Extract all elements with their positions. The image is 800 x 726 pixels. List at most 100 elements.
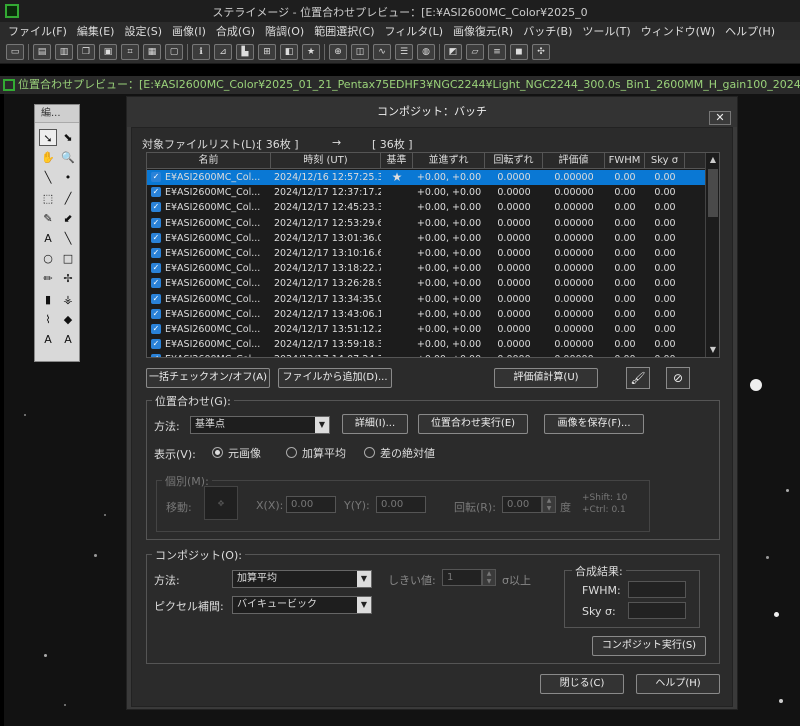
row-checkbox[interactable]: ✓ [151, 187, 161, 198]
text-shadow-icon[interactable]: A [59, 331, 77, 348]
select-region-icon[interactable]: ⬊ [59, 129, 77, 146]
menu-item-10[interactable]: ツール(T) [582, 23, 630, 39]
toggle-all-check-button[interactable]: 一括チェックオン/オフ(A) [146, 368, 270, 388]
table-scrollbar[interactable]: ▲ ▼ [705, 153, 719, 357]
table-row[interactable]: ✓ E¥ASI2600MC_Col... 2024/12/17 13:10:16.6… [147, 246, 705, 261]
fill-icon[interactable]: ▮ [39, 291, 57, 308]
stack-icon[interactable]: ≡ [488, 43, 506, 60]
column-header-4[interactable]: 回転ずれ [485, 153, 543, 168]
menu-item-5[interactable]: 階調(O) [265, 23, 304, 39]
table-row[interactable]: ✓ E¥ASI2600MC_Col... 2024/12/17 12:53:29.6… [147, 216, 705, 231]
menu-item-12[interactable]: ヘルプ(H) [725, 23, 775, 39]
star-icon[interactable]: ★ [302, 43, 320, 60]
interp-select[interactable]: バイキュービック ▼ [232, 596, 372, 614]
crop-icon[interactable]: ⬚ [39, 190, 57, 207]
menu-item-3[interactable]: 画像(I) [172, 23, 206, 39]
align-method-select[interactable]: 基準点 ▼ [190, 416, 330, 434]
add-from-file-button[interactable]: ファイルから追加(D)... [278, 368, 392, 388]
menu-item-9[interactable]: バッチ(B) [523, 23, 572, 39]
image-icon[interactable]: ▦ [143, 43, 161, 60]
calc-score-button[interactable]: 評価値計算(U) [494, 368, 598, 388]
diamond-icon[interactable]: ◆ [59, 311, 77, 328]
column-header-6[interactable]: FWHM [605, 153, 645, 168]
eyedropper-icon[interactable]: • [59, 169, 77, 186]
align-icon[interactable]: ⊕ [329, 43, 347, 60]
text-icon[interactable]: A [39, 230, 57, 247]
print-icon[interactable]: ▥ [55, 43, 73, 60]
compass-icon[interactable]: ⊘ [666, 367, 690, 389]
ellipse-icon[interactable]: ○ [39, 250, 57, 267]
hand-icon[interactable]: ✋ [39, 149, 57, 166]
row-checkbox[interactable]: ✓ [151, 354, 161, 357]
crop-icon[interactable]: ⌗ [121, 43, 139, 60]
row-checkbox[interactable]: ✓ [151, 202, 161, 213]
menu-item-6[interactable]: 範囲選択(C) [314, 23, 374, 39]
table-row[interactable]: ✓ E¥ASI2600MC_Col... 2024/12/17 12:37:17.2… [147, 185, 705, 200]
table-row[interactable]: ✓ E¥ASI2600MC_Col... 2024/12/17 13:34:35.0… [147, 292, 705, 307]
save-icon[interactable]: ▤ [33, 43, 51, 60]
pencil-icon[interactable]: ✏ [39, 270, 57, 287]
menu-item-2[interactable]: 設定(S) [124, 23, 162, 39]
table-row[interactable]: ✓ E¥ASI2600MC_Col... 2024/12/17 12:45:23.3… [147, 200, 705, 215]
row-checkbox[interactable]: ✓ [151, 278, 161, 289]
display-radio-1[interactable] [286, 447, 297, 458]
curve-icon[interactable]: ∿ [373, 43, 391, 60]
help-button[interactable]: ヘルプ(H) [636, 674, 720, 694]
rotation-field[interactable]: 0.00 [502, 496, 542, 513]
display-option-label[interactable]: 元画像 [228, 445, 261, 461]
row-checkbox[interactable]: ✓ [151, 339, 161, 350]
row-checkbox[interactable]: ✓ [151, 293, 161, 304]
row-checkbox[interactable]: ✓ [151, 324, 161, 334]
column-header-7[interactable]: Sky σ [645, 153, 685, 168]
menu-item-8[interactable]: 画像復元(R) [453, 23, 513, 39]
info-icon[interactable]: ℹ [192, 43, 210, 60]
table-row[interactable]: ✓ E¥ASI2600MC_Col... 2024/12/17 14:07:24.3… [147, 352, 705, 357]
split-icon[interactable]: ◩ [444, 43, 462, 60]
detail-button[interactable]: 詳細(I)... [342, 414, 408, 434]
table-row[interactable]: ✓ E¥ASI2600MC_Col... 2024/12/17 13:59:18.3… [147, 337, 705, 352]
open-icon[interactable]: ▭ [6, 43, 24, 60]
close-icon[interactable]: ✕ [709, 111, 731, 125]
register-icon[interactable]: ✣ [532, 43, 550, 60]
magic-wand-icon[interactable]: ╱ [59, 190, 77, 207]
frame-icon[interactable]: ▢ [165, 43, 183, 60]
y-field[interactable]: 0.00 [376, 496, 426, 513]
copy-icon[interactable]: ❐ [77, 43, 95, 60]
select-arrow-icon[interactable]: ➘ [39, 129, 57, 146]
table-row[interactable]: ✓ E¥ASI2600MC_Col... 2024/12/17 13:01:36.0… [147, 231, 705, 246]
display-radio-2[interactable] [364, 447, 375, 458]
table-row[interactable]: ✓ E¥ASI2600MC_Col... 2024/12/17 13:18:22.7… [147, 261, 705, 276]
column-header-2[interactable]: 基準 [381, 153, 413, 168]
palette-title[interactable]: 編... [35, 105, 79, 123]
spray-icon[interactable]: ✢ [59, 270, 77, 287]
file-table[interactable]: 名前 時刻 (UT) 基準 並進ずれ 回転ずれ 評価値 FWHM Sky σ ✓ E¥ASI26… [146, 152, 720, 358]
brush-icon[interactable]: ✎ [39, 210, 57, 227]
column-header-0[interactable]: 名前 [147, 153, 271, 168]
save-image-button[interactable]: 画像を保存(F)... [544, 414, 644, 434]
row-checkbox[interactable]: ✓ [151, 263, 161, 274]
stamp-icon[interactable]: ⚶ [59, 291, 77, 308]
threshold-field[interactable]: 1 [442, 569, 482, 586]
scroll-down-icon[interactable]: ▼ [706, 343, 719, 357]
run-align-button[interactable]: 位置合わせ実行(E) [418, 414, 528, 434]
batch-icon[interactable]: ☰ [395, 43, 413, 60]
paste-icon[interactable]: ▣ [99, 43, 117, 60]
line-icon[interactable]: ╲ [59, 230, 77, 247]
dark-icon[interactable]: ◼ [510, 43, 528, 60]
run-composite-button[interactable]: コンポジット実行(S) [592, 636, 706, 656]
color-icon[interactable]: ◧ [280, 43, 298, 60]
text-filled-icon[interactable]: A [39, 331, 57, 348]
zoom-icon[interactable]: 🔍 [59, 149, 77, 166]
threshold-spinner[interactable]: ▲ ▼ [482, 569, 496, 586]
row-checkbox[interactable]: ✓ [151, 308, 161, 319]
row-checkbox[interactable]: ✓ [151, 172, 161, 182]
row-checkbox[interactable]: ✓ [151, 248, 161, 258]
column-header-5[interactable]: 評価値 [543, 153, 605, 168]
table-row[interactable]: ✓ E¥ASI2600MC_Col... 2024/12/17 13:26:28.9… [147, 276, 705, 291]
scroll-thumb[interactable] [708, 169, 718, 217]
pipette-icon[interactable]: ╲ [39, 169, 57, 186]
table-row[interactable]: ✓ E¥ASI2600MC_Col... 2024/12/16 12:57:25.3… [147, 170, 705, 186]
row-checkbox[interactable]: ✓ [151, 232, 161, 243]
menu-item-11[interactable]: ウィンドウ(W) [641, 23, 715, 39]
rectangle-icon[interactable]: □ [59, 250, 77, 267]
